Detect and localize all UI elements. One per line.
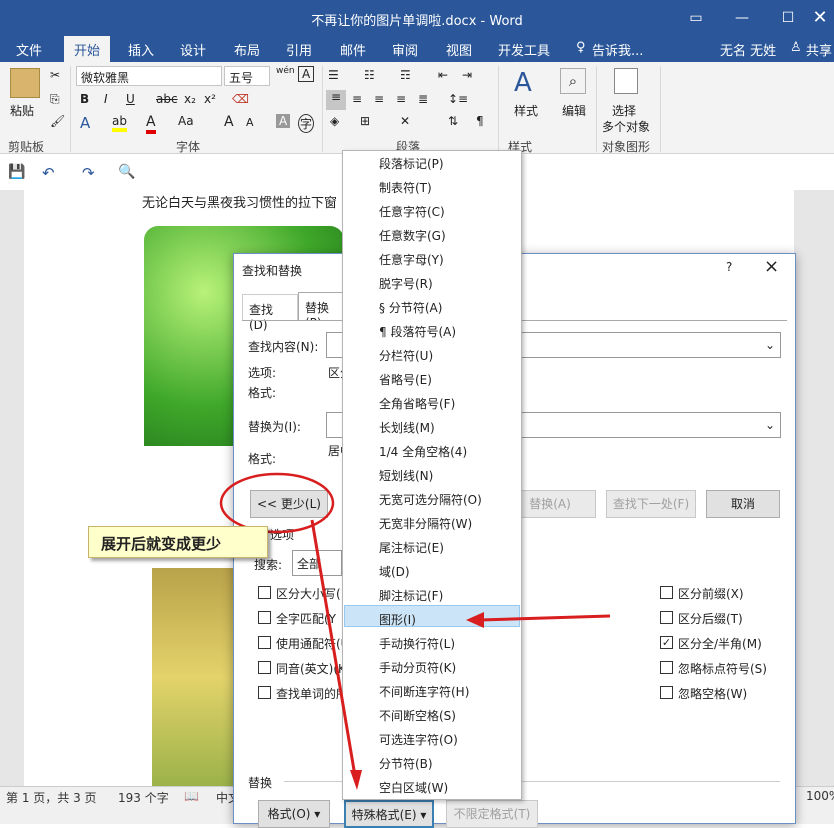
callout-note: 展开后就变成更少	[88, 526, 268, 558]
arrow-to-special-button	[310, 519, 358, 783]
annotation-overlay	[219, 472, 611, 790]
arrowhead-down-icon	[350, 770, 362, 790]
less-button-circle	[219, 472, 335, 534]
arrow-to-shape-item	[479, 614, 611, 622]
arrowhead-left-icon	[466, 612, 484, 628]
